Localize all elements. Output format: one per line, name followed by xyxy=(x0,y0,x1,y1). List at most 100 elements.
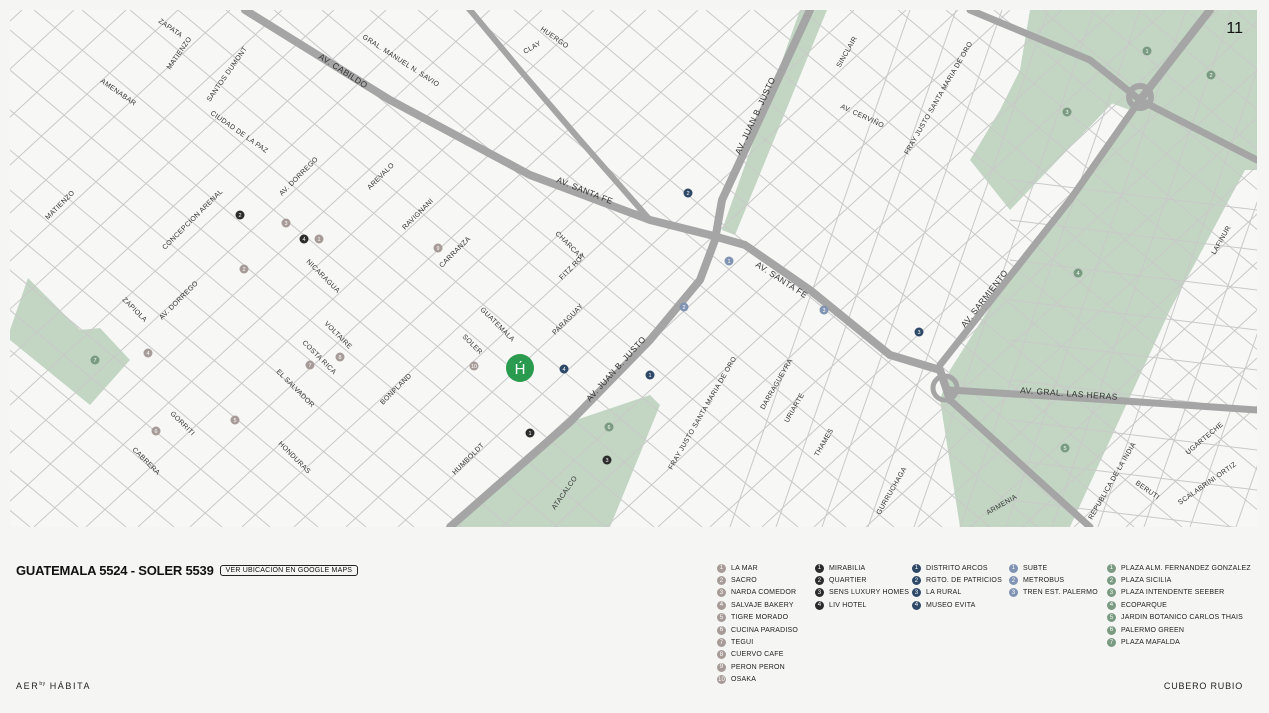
avenue-label-cabildo: AV. CABILDO xyxy=(317,51,370,90)
poi-gastronomy-5-number: 5 xyxy=(233,418,236,424)
google-maps-button[interactable]: VER UBICACION EN GOOGLE MAPS xyxy=(219,565,359,576)
legend-gastronomy-label: PERON PERON xyxy=(731,663,785,671)
legend-hotels-label: QUARTIER xyxy=(829,577,867,585)
legend-transport-marker: 1 xyxy=(1009,563,1018,573)
neighborhood-map[interactable]: ZAPATA MATIENZO AMENABAR SANTOS DUMONT CIUDA… xyxy=(10,10,1257,527)
poi-hotel-3[interactable]: 3 xyxy=(602,455,612,465)
street-label-humboldt: HUMBOLDT xyxy=(451,442,486,477)
street-label-ciudad-de-la-paz: CIUDAD DE LA PAZ xyxy=(209,110,269,155)
legend-parks-label: JARDIN BOTANICO CARLOS THAIS xyxy=(1121,614,1244,622)
street-label-carranza: CARRANZA xyxy=(438,236,472,270)
legend-gastronomy-item-6: 6 CUCINA PARADISO xyxy=(717,624,917,636)
map-canvas: ZAPATAMATIENZOAMENABAR SANTOS DUMONTCIUDA… xyxy=(10,10,1257,527)
street-line xyxy=(10,469,79,527)
poi-hotel-4[interactable]: 4 xyxy=(299,234,309,244)
project-marker[interactable]: H́ xyxy=(506,354,534,382)
legend-gastronomy-marker: 7 xyxy=(717,638,726,648)
project-address: GUATEMALA 5524 - SOLER 5539 xyxy=(16,563,214,578)
legend-gastronomy-marker: 6 xyxy=(717,625,726,635)
street-label-clay: CLAY xyxy=(523,40,543,56)
poi-park-6-number: 6 xyxy=(607,425,610,431)
poi-hotel-2[interactable]: 2 xyxy=(235,210,245,220)
poi-park-7[interactable]: 7 xyxy=(90,355,100,365)
street-line xyxy=(10,29,607,527)
poi-transport-1[interactable]: 1 xyxy=(724,256,734,266)
poi-gastronomy-2[interactable]: 2 xyxy=(239,264,249,274)
poi-gastronomy-1[interactable]: 1 xyxy=(314,234,324,244)
poi-park-4[interactable]: 4 xyxy=(1073,268,1083,278)
street-line xyxy=(81,10,703,527)
legend-parks-marker: 6 xyxy=(1107,625,1116,635)
street-line xyxy=(10,10,231,214)
poi-gastronomy-4[interactable]: 4 xyxy=(143,348,153,358)
poi-hotel-1-number: 1 xyxy=(528,431,531,437)
poi-gastronomy-8[interactable]: 8 xyxy=(335,352,345,362)
poi-park-7-number: 7 xyxy=(93,358,96,364)
avenue-label-juan-b-justo-2: AV. JUAN B. JUSTO xyxy=(584,334,648,403)
legend-hotels-marker: 2 xyxy=(815,576,824,586)
legend-parks-marker: 1 xyxy=(1107,563,1116,573)
poi-park-3[interactable]: 3 xyxy=(1062,107,1072,117)
legend-gastronomy-item-5: 5 TIGRE MORADO xyxy=(717,612,917,624)
poi-transport-2[interactable]: 2 xyxy=(679,302,689,312)
poi-gastronomy-3-number: 3 xyxy=(284,221,287,227)
legend-transport-marker: 2 xyxy=(1009,576,1018,586)
poi-culture-1[interactable]: 1 xyxy=(645,370,655,380)
poi-gastronomy-9[interactable]: 9 xyxy=(433,243,443,253)
legend-gastronomy-marker: 9 xyxy=(717,662,726,672)
legend-gastronomy-marker: 1 xyxy=(717,563,726,573)
poi-gastronomy-6-number: 6 xyxy=(154,429,157,435)
poi-gastronomy-4-number: 4 xyxy=(146,351,149,357)
legend-hotels-marker: 1 xyxy=(815,563,824,573)
poi-gastronomy-3[interactable]: 3 xyxy=(281,218,291,228)
poi-culture-4[interactable]: 4 xyxy=(559,364,569,374)
legend-culture-item-4: 4 MUSEO EVITA xyxy=(912,599,1112,611)
legend-culture-marker: 1 xyxy=(912,563,921,573)
poi-park-5[interactable]: 5 xyxy=(1060,443,1070,453)
street-line xyxy=(189,10,751,527)
legend-parks-label: ECOPARQUE xyxy=(1121,601,1168,609)
street-label-soler: SOLER xyxy=(461,333,484,356)
address-block: GUATEMALA 5524 - SOLER 5539 VER UBICACIO… xyxy=(16,563,359,578)
poi-culture-2[interactable]: 2 xyxy=(683,188,693,198)
street-label-bonpland: BONPLAND xyxy=(379,373,413,407)
street-label-ravignani: RAVIGNANI xyxy=(401,198,435,232)
poi-park-1[interactable]: 1 xyxy=(1142,46,1152,56)
brand-aer: AER xyxy=(16,681,40,691)
poi-gastronomy-7[interactable]: 7 xyxy=(305,360,315,370)
street-label-amenabar: AMENABAR xyxy=(99,78,137,108)
poi-park-6[interactable]: 6 xyxy=(604,422,614,432)
poi-transport-1-number: 1 xyxy=(727,259,730,265)
street-label-matienzo2: MATIENZO xyxy=(44,189,76,221)
poi-transport-3[interactable]: 3 xyxy=(819,305,829,315)
legend-parks-label: PLAZA INTENDENTE SEEBER xyxy=(1121,589,1225,597)
legend-gastronomy-label: SACRO xyxy=(731,577,757,585)
poi-gastronomy-9-number: 9 xyxy=(436,246,439,252)
legend-parks-item-7: 7 PLAZA MAFALDA xyxy=(1107,636,1269,648)
poi-gastronomy-7-number: 7 xyxy=(308,363,311,369)
legend-transport-label: TREN EST. PALERMO xyxy=(1023,589,1098,597)
street-line xyxy=(241,10,803,527)
poi-park-1-number: 1 xyxy=(1145,49,1148,55)
street-line xyxy=(10,309,271,527)
poi-gastronomy-10[interactable]: 10 xyxy=(469,361,479,371)
poi-hotel-2-number: 2 xyxy=(238,213,241,219)
poi-hotel-1[interactable]: 1 xyxy=(525,428,535,438)
legend-parks-marker: 2 xyxy=(1107,576,1116,586)
poi-park-3-number: 3 xyxy=(1065,110,1068,116)
legend-parks-item-3: 3 PLAZA INTENDENTE SEEBER xyxy=(1107,587,1269,599)
street-line xyxy=(10,10,543,502)
legend-gastronomy-label: CUERVO CAFE xyxy=(731,651,784,659)
legend-gastronomy-marker: 3 xyxy=(717,588,726,598)
street-line xyxy=(10,10,23,22)
street-label-paraguay: PARAGUAY xyxy=(551,303,584,336)
poi-park-2[interactable]: 2 xyxy=(1206,70,1216,80)
legend-culture-marker: 3 xyxy=(912,588,921,598)
poi-gastronomy-6[interactable]: 6 xyxy=(151,426,161,436)
poi-culture-3[interactable]: 3 xyxy=(914,327,924,337)
street-label-fray-justo-1: FRAY JUSTO SANTA MARIA DE ORO xyxy=(668,355,739,471)
legend-parks-label: PLAZA ALM. FERNANDEZ GONZALEZ xyxy=(1121,564,1251,572)
poi-gastronomy-5[interactable]: 5 xyxy=(230,415,240,425)
legend-parks-marker: 3 xyxy=(1107,588,1116,598)
street-label-darragueyra: DARRAGUEYRA xyxy=(760,358,795,411)
